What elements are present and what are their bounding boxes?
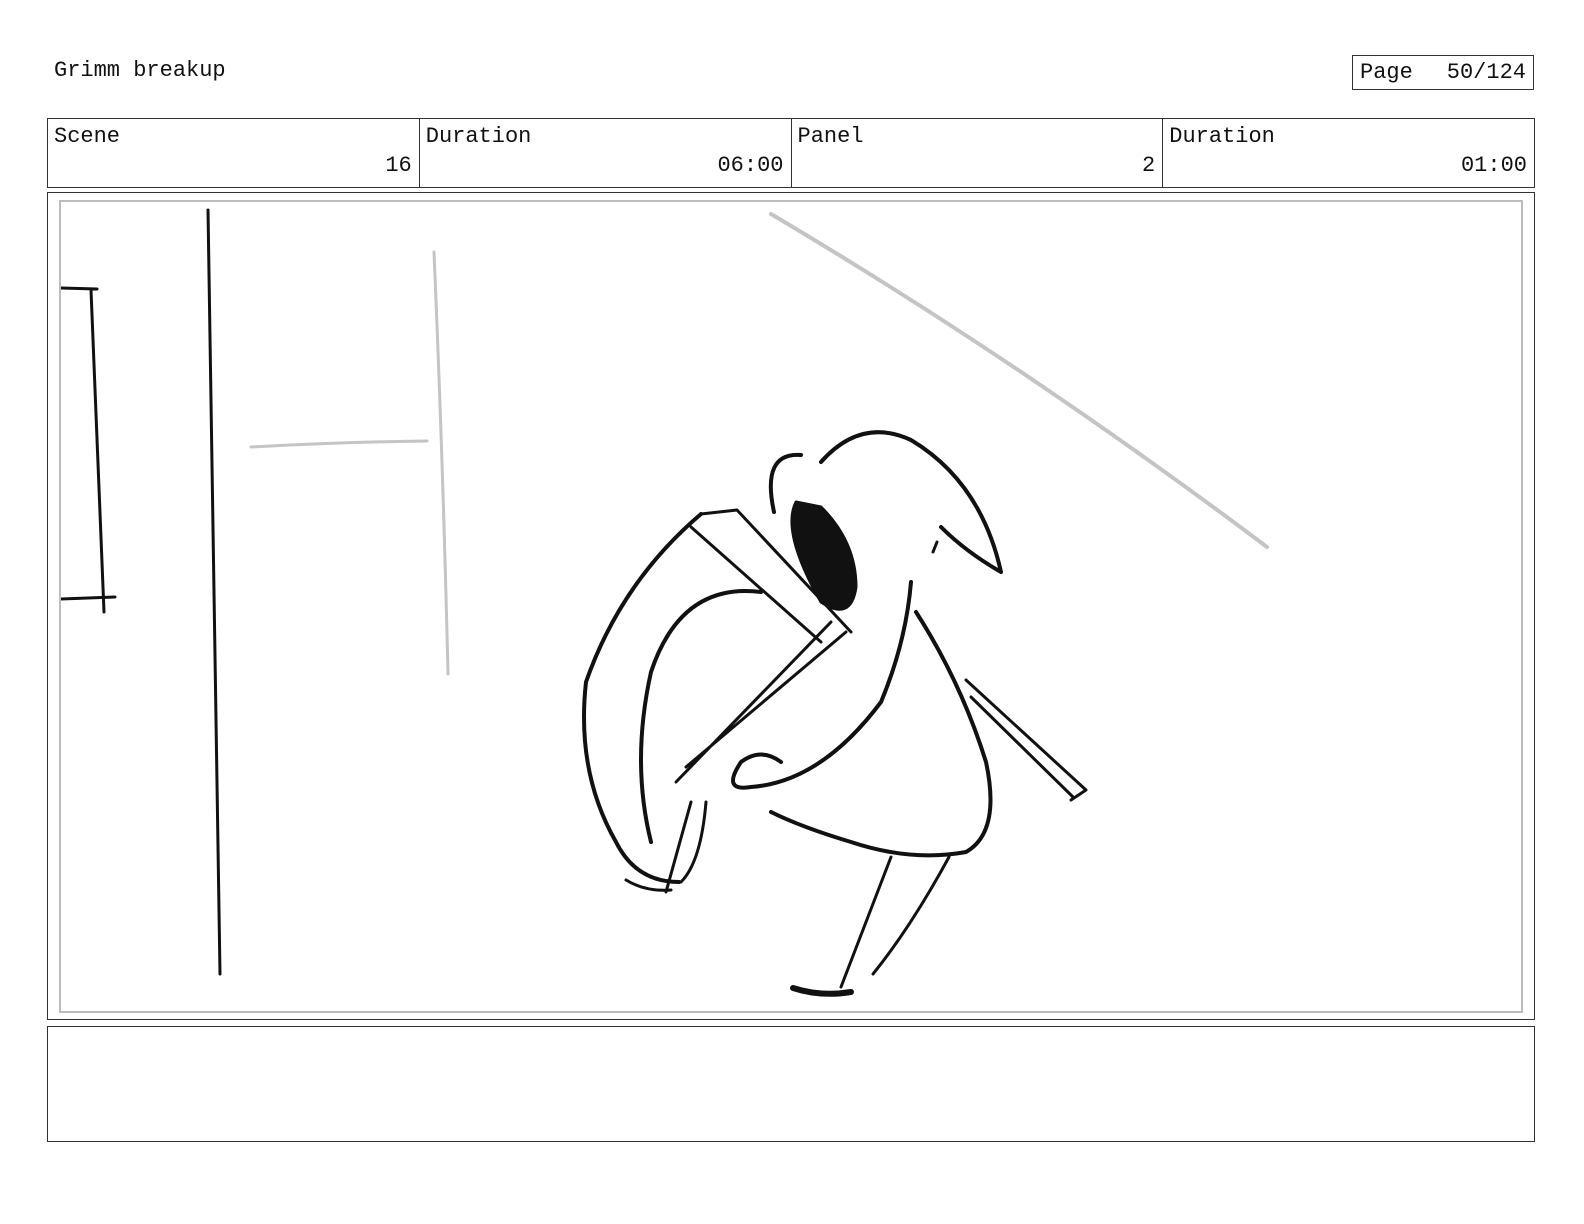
wall-line — [206, 208, 222, 976]
scene-cell: Scene 16 — [48, 119, 419, 187]
panel-duration-cell: Duration 01:00 — [1162, 119, 1534, 187]
scene-number: 16 — [385, 153, 412, 178]
character-eye — [790, 500, 858, 611]
background-guide-line — [249, 439, 429, 449]
panel-info-row: Scene 16 Duration 06:00 Panel 2 Duration… — [47, 118, 1535, 188]
panel-duration-label: Duration — [1169, 124, 1275, 149]
panel-label: Panel — [797, 124, 864, 149]
character-body — [731, 580, 993, 858]
scene-duration-label: Duration — [425, 124, 532, 149]
storyboard-panel-drawing — [59, 200, 1523, 1013]
page-label: Page — [1360, 60, 1413, 85]
panel-duration-value: 01:00 — [1460, 153, 1527, 178]
character-arm — [582, 512, 763, 884]
page-counter: Page 50/124 — [1352, 55, 1534, 90]
panel-notes-box[interactable] — [47, 1026, 1535, 1142]
character-front-foot — [624, 800, 708, 894]
character-stick — [964, 678, 1088, 802]
scene-duration-value: 06:00 — [717, 153, 784, 178]
panel-cell: Panel 2 — [790, 119, 1163, 187]
character-leg — [839, 855, 951, 989]
character-brow — [931, 540, 939, 554]
scene-label: Scene — [54, 124, 121, 149]
sketch-illustration — [61, 208, 1269, 997]
scene-duration-cell: Duration 06:00 — [418, 119, 791, 187]
background-guide-line — [769, 212, 1269, 549]
panel-number: 2 — [1142, 153, 1156, 178]
character-foot — [790, 985, 854, 997]
background-guide-line — [432, 250, 450, 676]
page-number: 50/124 — [1446, 60, 1526, 85]
door-frame — [61, 286, 117, 614]
document-title: Grimm breakup — [54, 58, 226, 83]
